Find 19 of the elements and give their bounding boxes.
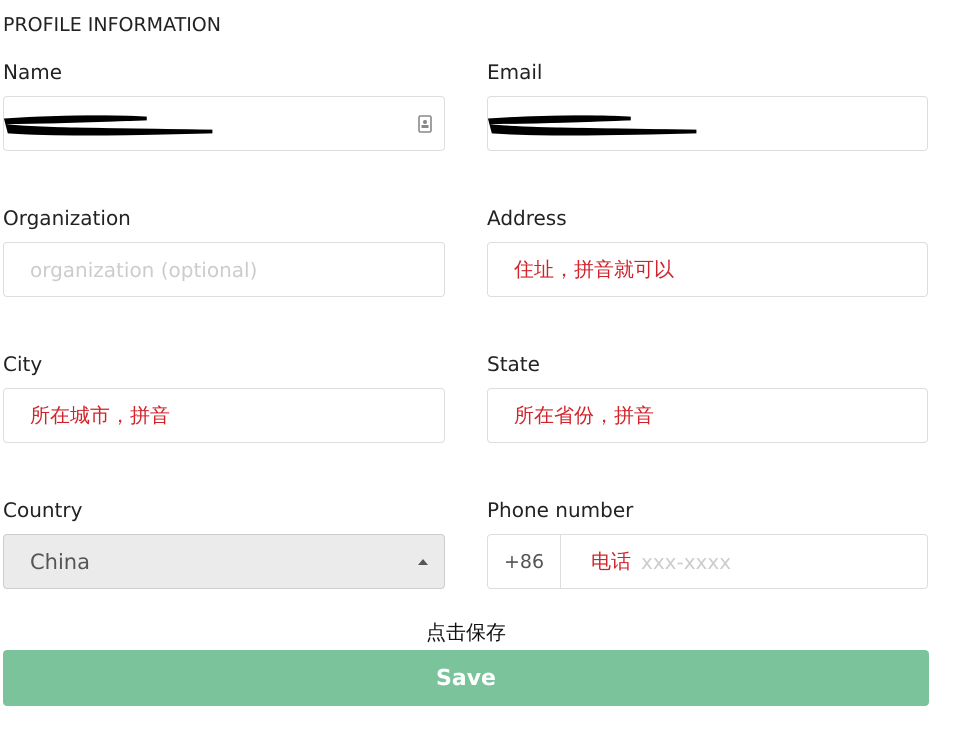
field-label: Name (3, 60, 64, 86)
field-label: City (3, 352, 44, 378)
annotation-text: 所在省份，拼音 (514, 402, 654, 429)
input-field[interactable]: 住址，拼音就可以 (487, 242, 928, 297)
field-label: Country (3, 498, 84, 524)
input-field[interactable] (3, 96, 445, 151)
save-hint: 点击保存 (425, 619, 507, 646)
section-title: PROFILE INFORMATION (3, 14, 222, 36)
annotation-text: 住址，拼音就可以 (514, 256, 674, 283)
field-label: Organization (3, 206, 132, 232)
input-field[interactable] (487, 96, 928, 151)
input-field[interactable]: 所在省份，拼音 (487, 388, 928, 443)
field-label: Address (487, 206, 568, 232)
input-field[interactable]: 所在城市，拼音 (3, 388, 445, 443)
field-label: Email (487, 60, 544, 86)
field-label: State (487, 352, 541, 378)
caret-icon (418, 558, 428, 564)
annotation-text: 所在城市，拼音 (30, 402, 170, 429)
field-label: Phone number (487, 498, 634, 524)
